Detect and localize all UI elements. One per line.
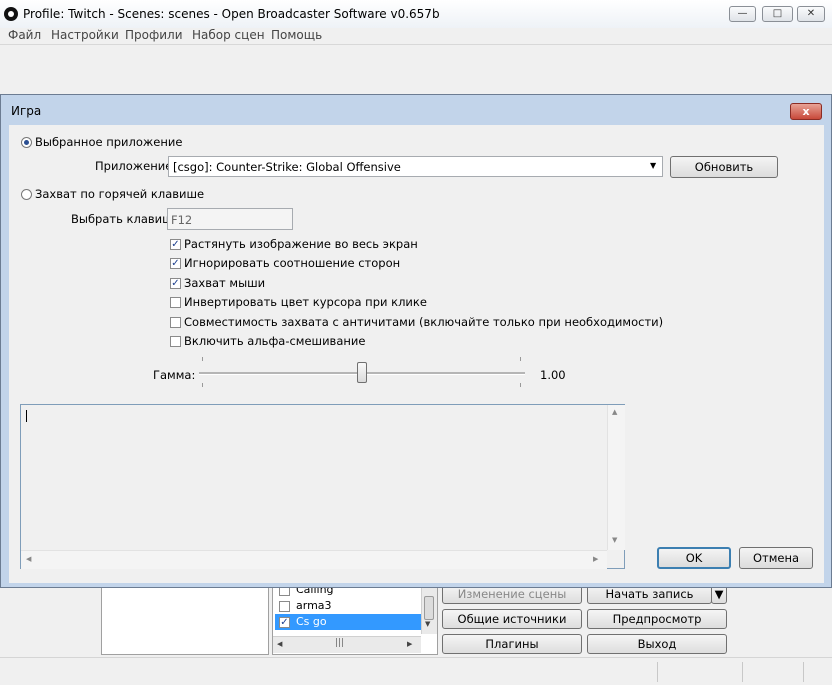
menu-help[interactable]: Помощь xyxy=(271,28,322,42)
global-sources-button[interactable]: Общие источники xyxy=(442,609,582,629)
exit-button[interactable]: Выход xyxy=(587,634,727,654)
mode-app-label: Выбранное приложение xyxy=(35,135,183,149)
app-select-value: [csgo]: Counter-Strike: Global Offensive xyxy=(173,160,401,174)
horizontal-scrollbar[interactable]: ◀ ▶ xyxy=(21,550,607,569)
scenes-list[interactable] xyxy=(101,585,269,655)
mode-hotkey-radio[interactable] xyxy=(21,189,32,200)
slider-tick xyxy=(520,357,521,361)
list-item-selected[interactable]: ✓ Cs go xyxy=(275,614,421,630)
hotkey-field[interactable]: F12 xyxy=(167,208,293,230)
slider-tick xyxy=(202,357,203,361)
slider-thumb[interactable] xyxy=(357,362,367,383)
close-button[interactable]: ✕ xyxy=(797,6,825,22)
hotkey-value: F12 xyxy=(171,213,193,227)
vertical-scrollbar[interactable]: ▼ xyxy=(421,586,437,634)
horizontal-scrollbar[interactable]: ◀ ||| ▶ xyxy=(273,636,421,653)
status-divider xyxy=(742,662,743,682)
log-textarea[interactable]: ▲ ▼ ◀ ▶ xyxy=(20,404,625,569)
source-name: Cs go xyxy=(296,615,327,628)
menu-profiles[interactable]: Профили xyxy=(125,28,183,42)
slider-tick xyxy=(520,383,521,387)
app-label: Приложение: xyxy=(95,159,177,173)
main-titlebar: Profile: Twitch - Scenes: scenes - Open … xyxy=(0,0,832,28)
scroll-left-icon[interactable]: ◀ xyxy=(26,555,31,563)
scroll-left-icon[interactable]: ◀ xyxy=(277,640,282,648)
source-checkbox[interactable]: ✓ xyxy=(279,617,290,628)
anticheat-compat-label: Совместимость захвата с античитами (вклю… xyxy=(184,315,664,329)
maximize-button[interactable]: □ xyxy=(762,6,793,22)
menu-file[interactable]: Файл xyxy=(8,28,41,42)
dialog-body: Выбранное приложение Приложение: [csgo]:… xyxy=(9,125,824,583)
slider-tick xyxy=(202,383,203,387)
scrollbar-thumb[interactable] xyxy=(424,596,434,620)
cancel-button[interactable]: Отмена xyxy=(739,547,813,569)
preview-button[interactable]: Предпросмотр xyxy=(587,609,727,629)
scroll-down-icon[interactable]: ▼ xyxy=(612,536,617,544)
source-name: arma3 xyxy=(296,599,332,612)
alpha-blend-label: Включить альфа-смешивание xyxy=(184,334,366,348)
scroll-right-icon[interactable]: ▶ xyxy=(593,555,598,563)
sources-list[interactable]: Calling arma3 ✓ Cs go ▼ ◀ ||| ▶ xyxy=(272,585,438,655)
plugins-button[interactable]: Плагины xyxy=(442,634,582,654)
scroll-down-icon[interactable]: ▼ xyxy=(425,620,430,628)
alpha-blend-checkbox[interactable] xyxy=(170,336,181,347)
window-title: Profile: Twitch - Scenes: scenes - Open … xyxy=(23,7,440,21)
menu-scene-collection[interactable]: Набор сцен xyxy=(192,28,265,42)
capture-mouse-checkbox[interactable]: ✓ xyxy=(170,278,181,289)
stretch-checkbox[interactable]: ✓ xyxy=(170,239,181,250)
list-item[interactable]: arma3 xyxy=(275,598,421,614)
text-cursor xyxy=(26,410,27,422)
scroll-up-icon[interactable]: ▲ xyxy=(612,408,617,416)
source-checkbox[interactable] xyxy=(279,601,290,612)
obs-logo-icon xyxy=(4,7,18,21)
minimize-button[interactable]: — xyxy=(729,6,756,22)
capture-mouse-label: Захват мыши xyxy=(184,276,266,290)
invert-cursor-label: Инвертировать цвет курсора при клике xyxy=(184,295,427,309)
scrollbar-grip-icon[interactable]: ||| xyxy=(335,638,344,648)
anticheat-compat-checkbox[interactable] xyxy=(170,317,181,328)
invert-cursor-checkbox[interactable] xyxy=(170,297,181,308)
ignore-aspect-label: Игнорировать соотношение сторон xyxy=(184,256,401,270)
menu-settings[interactable]: Настройки xyxy=(51,28,119,42)
chevron-down-icon: ▼ xyxy=(650,161,657,170)
ignore-aspect-checkbox[interactable]: ✓ xyxy=(170,258,181,269)
vertical-scrollbar[interactable]: ▲ ▼ xyxy=(607,405,625,550)
mode-hotkey-label: Захват по горячей клавише xyxy=(35,187,205,201)
game-capture-dialog: Игра x Выбранное приложение Приложение: … xyxy=(0,94,832,588)
menu-divider xyxy=(0,44,832,45)
dialog-close-button[interactable]: x xyxy=(790,103,822,120)
gamma-label: Гамма: xyxy=(153,368,196,382)
dialog-title: Игра xyxy=(11,104,42,118)
status-divider xyxy=(657,662,658,682)
ok-button[interactable]: OK xyxy=(657,547,731,569)
app-select[interactable]: [csgo]: Counter-Strike: Global Offensive… xyxy=(168,156,663,177)
gamma-value: 1.00 xyxy=(540,368,566,382)
stretch-label: Растянуть изображение во весь экран xyxy=(184,237,418,251)
scroll-right-icon[interactable]: ▶ xyxy=(407,640,412,648)
hotkey-label: Выбрать клавишу xyxy=(71,212,180,226)
status-bar xyxy=(0,657,832,685)
refresh-button[interactable]: Обновить xyxy=(670,156,778,178)
mode-app-radio[interactable] xyxy=(21,137,32,148)
gamma-slider[interactable] xyxy=(199,355,525,389)
status-divider xyxy=(803,662,804,682)
menu-bar: Файл Настройки Профили Набор сцен Помощь xyxy=(0,28,832,44)
